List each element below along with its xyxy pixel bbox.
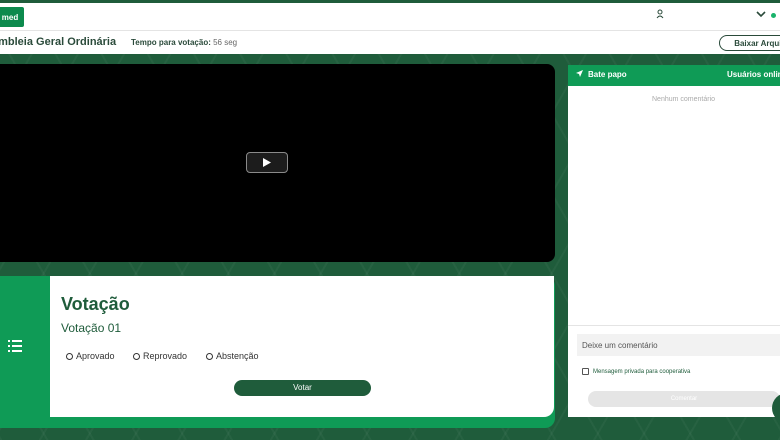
play-icon: [263, 158, 271, 167]
user-icon[interactable]: [656, 9, 664, 19]
chat-panel: [568, 65, 780, 417]
app-logo[interactable]: med: [0, 7, 24, 27]
page-title: embleia Geral Ordinária: [0, 36, 117, 48]
option-label: Abstenção: [216, 351, 259, 361]
timer-label: Tempo para votação:: [131, 38, 211, 47]
divider: [568, 325, 780, 326]
empty-comments-text: Nenhum comentário: [652, 96, 716, 103]
chat-tab[interactable]: Bate papo: [588, 70, 627, 79]
timer-value: 56 seg: [213, 38, 238, 47]
private-message-checkbox[interactable]: [582, 368, 589, 375]
send-icon: [576, 70, 583, 77]
download-file-button[interactable]: Baixar Arquivo: [719, 35, 780, 51]
option-label: Aprovado: [76, 351, 115, 361]
option-abstencao[interactable]: Abstenção: [206, 350, 259, 362]
radio-button[interactable]: [66, 352, 73, 360]
comment-button[interactable]: Comentar: [588, 391, 780, 407]
radio-button[interactable]: [133, 352, 140, 360]
radio-button[interactable]: [206, 352, 213, 360]
comment-input[interactable]: [577, 334, 780, 356]
option-reprovado[interactable]: Reprovado: [133, 350, 187, 362]
chevron-down-icon[interactable]: [756, 9, 766, 19]
private-message-label: Mensagem privada para cooperativa: [593, 369, 691, 375]
online-status-dot: [771, 13, 776, 18]
voting-subheading: Votação 01: [61, 321, 122, 335]
vote-button[interactable]: Votar: [234, 380, 371, 396]
list-icon[interactable]: [7, 339, 23, 353]
play-button[interactable]: [246, 152, 288, 173]
option-aprovado[interactable]: Aprovado: [66, 350, 115, 362]
voting-timer: Tempo para votação: 56 seg: [131, 38, 237, 47]
title-bar: embleia Geral Ordinária Tempo para votaç…: [0, 30, 780, 54]
voting-heading: Votação: [61, 294, 130, 314]
online-users-tab[interactable]: Usuários online: [727, 70, 780, 79]
option-label: Reprovado: [143, 351, 188, 361]
